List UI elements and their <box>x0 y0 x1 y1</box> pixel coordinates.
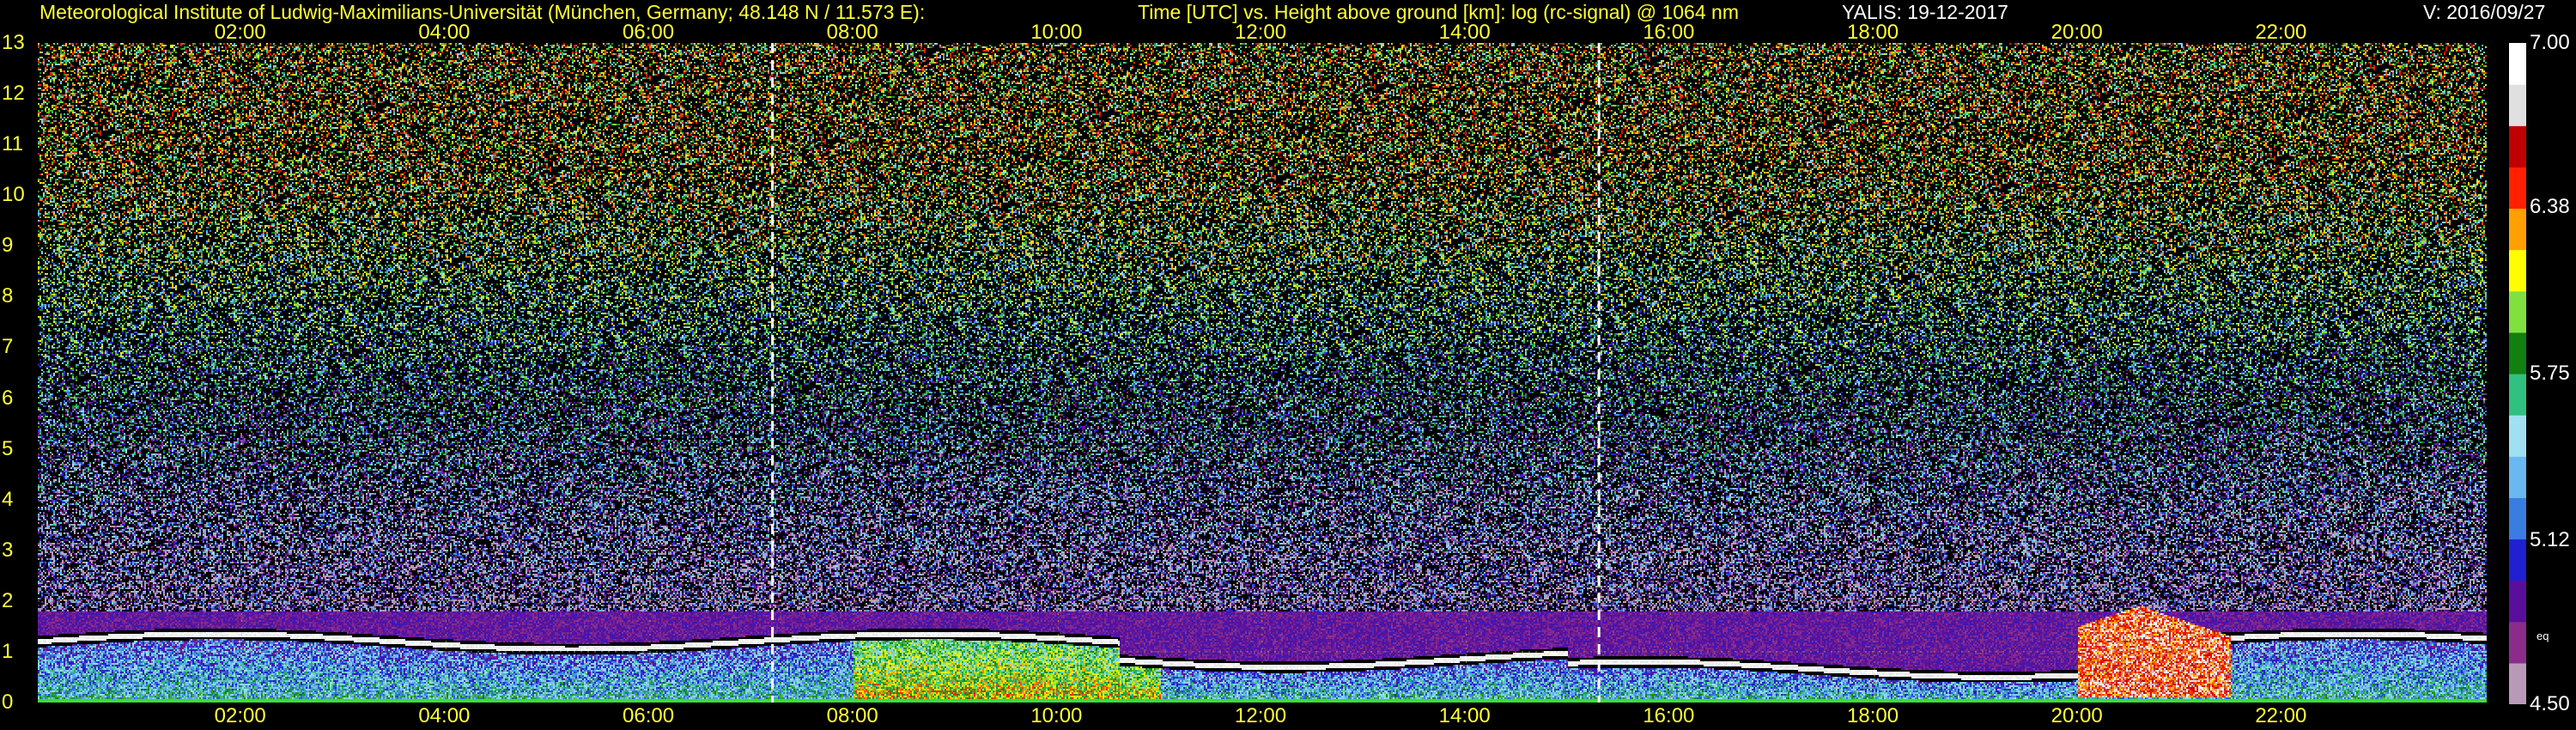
colorbar-segment <box>2509 249 2526 292</box>
colorbar-segment <box>2509 332 2526 374</box>
y-tick-label: 13 <box>2 31 25 54</box>
y-tick-label: 6 <box>2 386 14 410</box>
x-tick-label-top: 02:00 <box>214 21 266 44</box>
x-tick-label-top: 12:00 <box>1235 21 1287 44</box>
colorbar-segment <box>2509 456 2526 498</box>
colorbar-segment <box>2509 580 2526 623</box>
y-tick-label: 4 <box>2 487 14 511</box>
x-tick-label-bottom: 10:00 <box>1030 704 1083 727</box>
y-tick-label: 0 <box>2 690 14 714</box>
colorbar-segment <box>2509 125 2526 167</box>
x-tick-label-top: 18:00 <box>1847 21 1899 44</box>
y-tick-label: 9 <box>2 234 14 258</box>
x-tick-label-bottom: 20:00 <box>2050 704 2103 727</box>
colorbar-segment <box>2509 662 2526 704</box>
colorbar-segment <box>2509 621 2526 664</box>
y-tick-label: 3 <box>2 538 14 562</box>
x-tick-label-bottom: 02:00 <box>214 704 266 727</box>
colorbar-segment <box>2509 497 2526 540</box>
x-tick-label-bottom: 18:00 <box>1847 704 1899 727</box>
x-tick-label-top: 16:00 <box>1643 21 1695 44</box>
colorbar-note: eq <box>2537 630 2549 642</box>
colorbar-segment <box>2509 415 2526 457</box>
y-tick-label: 5 <box>2 436 14 460</box>
colorbar-segment <box>2509 167 2526 210</box>
version-label: V: 2016/09/27 <box>2423 1 2546 23</box>
x-tick-label-bottom: 22:00 <box>2255 704 2307 727</box>
x-tick-label-top: 22:00 <box>2255 21 2307 44</box>
lidar-plot-area <box>38 43 2487 703</box>
y-tick-label: 11 <box>2 132 23 156</box>
y-tick-label: 1 <box>2 639 14 663</box>
colorbar <box>2509 43 2526 704</box>
colorbar-tick-label: 7.00 <box>2530 31 2570 54</box>
x-tick-label-bottom: 16:00 <box>1643 704 1695 727</box>
x-tick-label-bottom: 04:00 <box>418 704 471 727</box>
x-tick-label-bottom: 14:00 <box>1438 704 1491 727</box>
colorbar-segment <box>2509 538 2526 581</box>
y-tick-label: 7 <box>2 335 14 359</box>
x-tick-label-bottom: 06:00 <box>623 704 675 727</box>
x-tick-label-top: 06:00 <box>623 21 675 44</box>
colorbar-segment <box>2509 84 2526 126</box>
x-tick-label-top: 14:00 <box>1438 21 1491 44</box>
y-tick-label: 10 <box>2 183 25 207</box>
colorbar-segment <box>2509 208 2526 251</box>
colorbar-tick-label: 6.38 <box>2530 194 2570 218</box>
y-tick-label: 12 <box>2 82 25 106</box>
colorbar-tick-label: 4.50 <box>2530 692 2570 715</box>
colorbar-tick-label: 5.75 <box>2530 362 2570 385</box>
y-tick-label: 2 <box>2 588 14 612</box>
institute-title: Meteorological Institute of Ludwig-Maxim… <box>39 1 926 23</box>
x-tick-label-bottom: 08:00 <box>826 704 878 727</box>
colorbar-segment <box>2509 374 2526 416</box>
colorbar-segment <box>2509 43 2526 85</box>
x-tick-label-top: 20:00 <box>2050 21 2103 44</box>
x-tick-label-top: 10:00 <box>1030 21 1083 44</box>
x-tick-label-bottom: 12:00 <box>1235 704 1287 727</box>
colorbar-segment <box>2509 290 2526 333</box>
x-tick-label-top: 08:00 <box>826 21 878 44</box>
x-tick-label-top: 04:00 <box>418 21 471 44</box>
colorbar-tick-label: 5.12 <box>2530 528 2570 552</box>
y-tick-label: 8 <box>2 284 14 308</box>
plot-overlay <box>38 43 2487 703</box>
